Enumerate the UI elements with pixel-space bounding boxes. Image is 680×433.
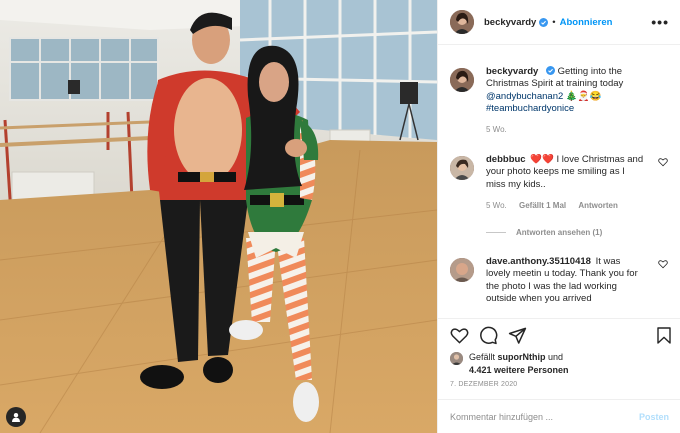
- likes-others[interactable]: 4.421 weitere Personen: [469, 365, 569, 375]
- comment-item: debbbuc ❤️❤️ I love Christmas and your p…: [450, 154, 670, 212]
- comment-age[interactable]: 5 Wo.: [486, 201, 507, 210]
- view-replies-button[interactable]: Antworten ansehen (1): [486, 228, 602, 237]
- follow-button[interactable]: Abonnieren: [560, 17, 613, 28]
- separator-dot: •: [552, 16, 556, 28]
- caption-emojis: 🎄🎅😂: [565, 90, 602, 102]
- post-header: beckyvardy • Abonnieren •••: [438, 0, 680, 45]
- reply-button[interactable]: Antworten: [578, 201, 618, 210]
- share-paper-plane-icon[interactable]: [508, 326, 527, 345]
- avatar[interactable]: [450, 10, 474, 34]
- likes-prefix: Gefällt: [469, 352, 496, 362]
- comment-bubble-icon[interactable]: [479, 326, 498, 345]
- caption: beckyvardy Getting into the Christmas Sp…: [450, 66, 670, 136]
- header-username[interactable]: beckyvardy: [484, 17, 536, 28]
- caption-body: beckyvardy Getting into the Christmas Sp…: [486, 66, 644, 136]
- comment-body: debbbuc ❤️❤️ I love Christmas and your p…: [486, 154, 644, 212]
- comment-likes[interactable]: Gefällt 1 Mal: [519, 201, 566, 210]
- verified-badge-icon: [539, 17, 549, 27]
- post-actions: Gefällt suporNthip und 4.421 weitere Per…: [438, 318, 680, 398]
- post-comment-button[interactable]: Posten: [639, 412, 669, 422]
- tagged-user-icon[interactable]: [6, 407, 26, 427]
- like-comment-heart-icon[interactable]: [658, 259, 668, 269]
- caption-age[interactable]: 5 Wo.: [486, 125, 507, 134]
- replies-divider: [486, 232, 506, 233]
- caption-mention[interactable]: @andybuchanan2: [486, 91, 563, 102]
- comment-item: dave.anthony.35110418 It was lovely meet…: [450, 256, 670, 305]
- liker-avatar[interactable]: [450, 352, 463, 365]
- post-date[interactable]: 7. DEZEMBER 2020: [450, 381, 517, 388]
- comment-username[interactable]: dave.anthony.35110418: [486, 256, 591, 267]
- bookmark-save-icon[interactable]: [655, 326, 673, 345]
- avatar[interactable]: [450, 68, 474, 92]
- like-heart-icon[interactable]: [450, 326, 469, 345]
- comment-input[interactable]: [450, 411, 639, 422]
- avatar[interactable]: [450, 156, 474, 180]
- instagram-post-modal: beckyvardy • Abonnieren ••• beckyvardy G…: [0, 0, 680, 433]
- avatar[interactable]: [450, 258, 474, 282]
- more-options-icon[interactable]: •••: [651, 14, 669, 30]
- verified-badge-icon: [545, 66, 555, 75]
- likes-text: Gefällt suporNthip und 4.421 weitere Per…: [469, 351, 569, 377]
- action-icons: [450, 326, 537, 345]
- post-side-panel: beckyvardy • Abonnieren ••• beckyvardy G…: [437, 0, 680, 433]
- caption-meta: 5 Wo.: [486, 124, 644, 136]
- caption-username[interactable]: beckyvardy: [486, 66, 538, 77]
- comment-meta: 5 Wo. Gefällt 1 Mal Antworten: [486, 200, 644, 212]
- add-comment-bar: Posten: [438, 399, 680, 433]
- like-comment-heart-icon[interactable]: [658, 157, 668, 167]
- likes-connector: und: [548, 352, 564, 362]
- comment-body: dave.anthony.35110418 It was lovely meet…: [486, 256, 644, 305]
- comments-list: beckyvardy Getting into the Christmas Sp…: [438, 46, 680, 318]
- likes-summary: Gefällt suporNthip und 4.421 weitere Per…: [450, 351, 569, 377]
- view-replies-label: Antworten ansehen (1): [516, 228, 603, 237]
- comment-username[interactable]: debbbuc: [486, 154, 526, 165]
- liker-username[interactable]: suporNthip: [498, 352, 546, 362]
- post-photo[interactable]: [0, 0, 437, 433]
- caption-hashtag[interactable]: #teambuchardyonice: [486, 103, 574, 114]
- post-image: [0, 0, 437, 433]
